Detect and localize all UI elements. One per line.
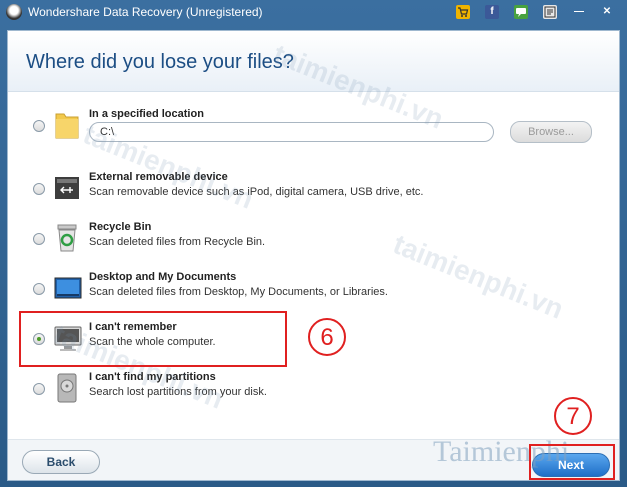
app-window: Wondershare Data Recovery (Unregistered)… — [0, 0, 627, 487]
radio-cant-find-partitions[interactable] — [33, 383, 45, 395]
minimize-button[interactable]: — — [572, 5, 586, 19]
folder-icon — [54, 110, 80, 140]
main-panel: Where did you lose your files? In a spec… — [7, 30, 620, 481]
annotation-step7-badge: 7 — [554, 397, 592, 435]
desktop-icon — [54, 273, 82, 303]
option-description: Search lost partitions from your disk. — [89, 386, 267, 398]
usb-icon — [54, 173, 80, 203]
close-button[interactable]: ✕ — [600, 5, 614, 19]
option-description: Scan deleted files from Desktop, My Docu… — [89, 286, 388, 298]
title-bar: Wondershare Data Recovery (Unregistered)… — [0, 0, 627, 24]
recycle-bin-icon — [54, 223, 80, 253]
option-description: Scan removable device such as iPod, digi… — [89, 186, 424, 198]
radio-specified-location[interactable] — [33, 120, 45, 132]
option-title: Desktop and My Documents — [89, 271, 237, 283]
register-icon[interactable] — [543, 5, 557, 19]
option-cant-find-partitions[interactable]: I can't find my partitions Search lost p… — [18, 369, 608, 415]
hard-drive-icon — [54, 373, 80, 403]
radio-external-device[interactable] — [33, 183, 45, 195]
option-title: I can't find my partitions — [89, 371, 216, 383]
chat-icon[interactable] — [514, 5, 528, 19]
annotation-highlight-step7 — [529, 444, 615, 480]
window-title: Wondershare Data Recovery (Unregistered) — [28, 5, 263, 19]
option-title: In a specified location — [89, 108, 204, 120]
option-desktop-documents[interactable]: Desktop and My Documents Scan deleted fi… — [18, 269, 608, 315]
facebook-icon[interactable]: f — [485, 5, 499, 19]
option-external-device[interactable]: External removable device Scan removable… — [18, 169, 608, 215]
page-header: Where did you lose your files? — [8, 31, 619, 92]
browse-button[interactable]: Browse... — [510, 121, 592, 143]
radio-recycle-bin[interactable] — [33, 233, 45, 245]
cart-icon[interactable] — [456, 5, 470, 19]
path-input[interactable] — [89, 122, 494, 142]
option-title: Recycle Bin — [89, 221, 152, 233]
back-button[interactable]: Back — [22, 450, 100, 474]
option-recycle-bin[interactable]: Recycle Bin Scan deleted files from Recy… — [18, 219, 608, 265]
annotation-step6-badge: 6 — [308, 318, 346, 356]
option-description: Scan deleted files from Recycle Bin. — [89, 236, 266, 248]
option-title: External removable device — [89, 171, 228, 183]
annotation-highlight-step6 — [19, 311, 287, 367]
app-logo-icon — [6, 4, 22, 20]
page-title: Where did you lose your files? — [26, 51, 294, 73]
option-specified-location[interactable]: In a specified location Browse... — [18, 106, 608, 152]
radio-desktop-documents[interactable] — [33, 283, 45, 295]
